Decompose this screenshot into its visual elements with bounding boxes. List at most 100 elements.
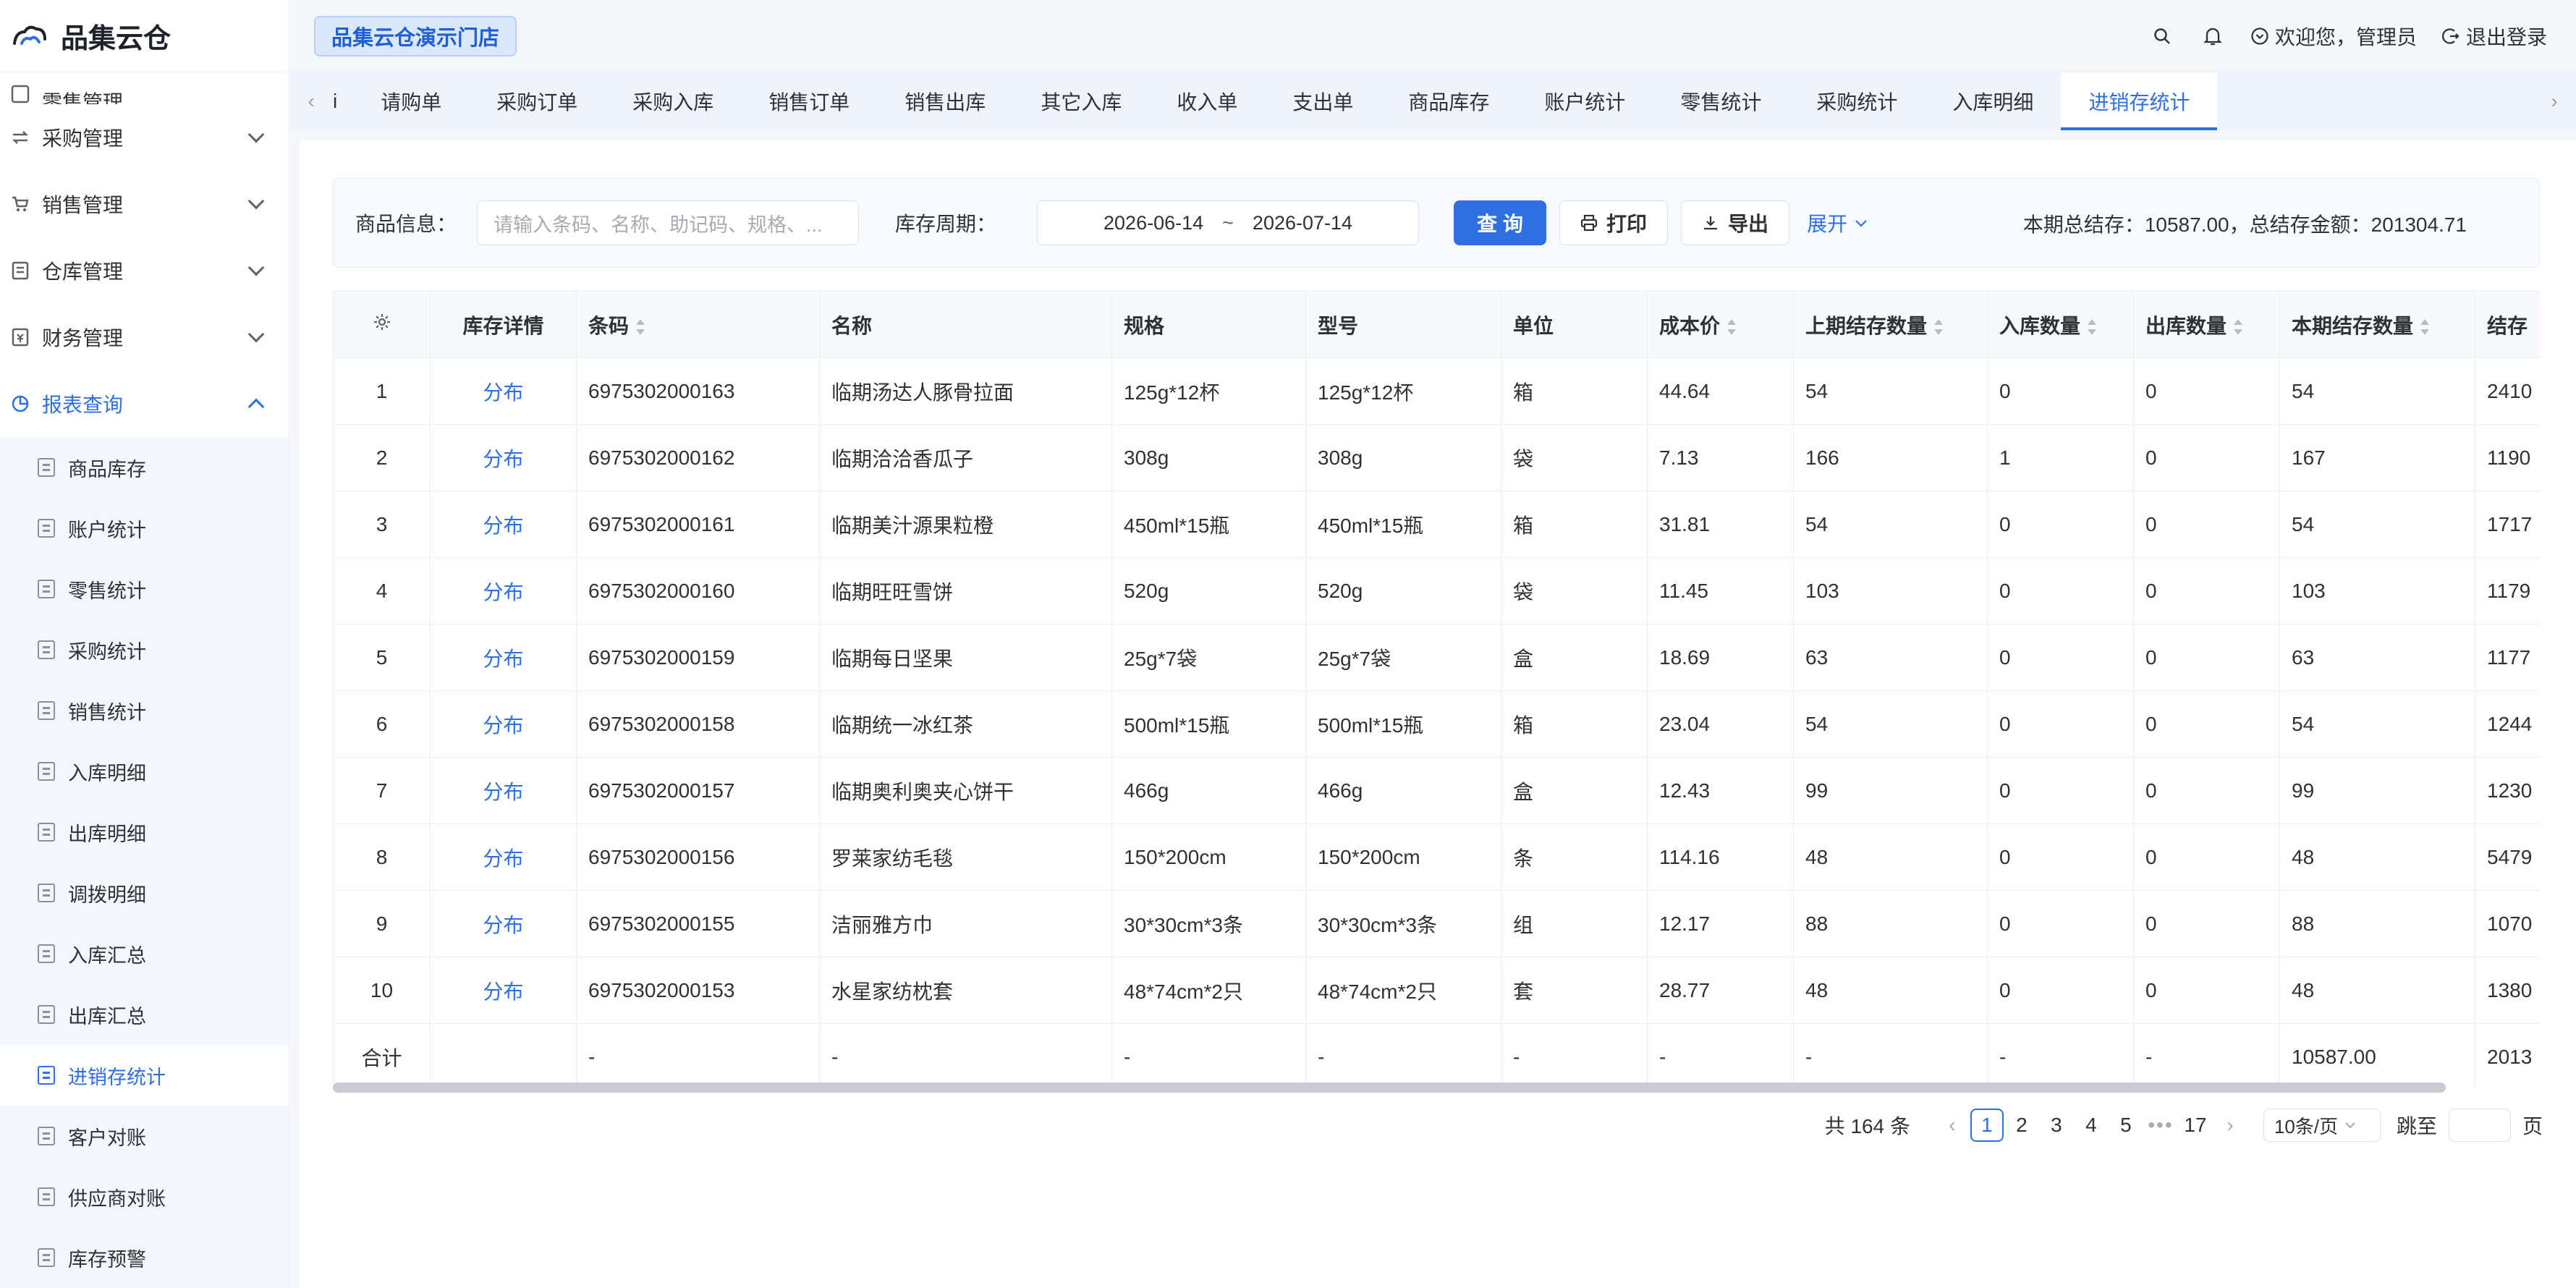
table-cell: 0 [2133, 757, 2280, 824]
query-button[interactable]: 查 询 [1454, 200, 1547, 245]
page-button[interactable]: 3 [2040, 1109, 2073, 1142]
page-button[interactable]: 1 [1970, 1109, 2004, 1142]
search-icon[interactable] [2149, 23, 2175, 49]
sidebar-subitem-6[interactable]: 出库明细 [0, 802, 289, 863]
tab-scroll-left-icon[interactable]: ‹ [289, 72, 333, 130]
page-button[interactable]: 5 [2109, 1109, 2143, 1142]
column-header[interactable]: 本期结存数量 [2279, 291, 2475, 358]
app-name: 品集云仓 [61, 24, 171, 54]
table-cell: 临期美汁源果粒橙 [819, 491, 1112, 558]
column-header[interactable]: 出库数量 [2133, 291, 2280, 358]
tab-6[interactable]: 收入单 [1149, 72, 1265, 130]
tab-12[interactable]: 入库明细 [1925, 72, 2061, 130]
column-settings[interactable] [333, 291, 431, 358]
tab-5[interactable]: 其它入库 [1013, 72, 1149, 130]
sidebar-item-finance[interactable]: 财务管理 [0, 304, 289, 370]
tab-10[interactable]: 零售统计 [1653, 72, 1789, 130]
tab-9[interactable]: 账户统计 [1517, 72, 1653, 130]
table-cell: 150*200cm [1305, 823, 1501, 891]
sort-icon[interactable] [2420, 319, 2430, 336]
tab-7[interactable]: 支出单 [1265, 72, 1381, 130]
tab-13[interactable]: 进销存统计 [2061, 72, 2218, 130]
sidebar-subitem-10[interactable]: 进销存统计 [0, 1045, 289, 1106]
main-content: 商品信息： 请输入条码、名称、助记码、规格、... 库存周期： 2026-06-… [289, 130, 2576, 1288]
distribution-link[interactable]: 分布 [430, 957, 577, 1024]
sidebar-subitem-12[interactable]: 供应商对账 [0, 1166, 289, 1227]
sidebar-subitem-5[interactable]: 入库明细 [0, 741, 289, 802]
next-page-icon[interactable]: › [2213, 1109, 2247, 1142]
sidebar-subitem-2[interactable]: 零售统计 [0, 559, 289, 619]
column-header[interactable]: 入库数量 [1987, 291, 2134, 358]
distribution-link[interactable]: 分布 [430, 890, 577, 957]
bell-icon[interactable] [2200, 23, 2226, 49]
column-header[interactable]: 上期结存数量 [1793, 291, 1988, 358]
tab-11[interactable]: 采购统计 [1789, 72, 1925, 130]
tab-8[interactable]: 商品库存 [1381, 72, 1517, 130]
export-button[interactable]: 导出 [1681, 200, 1790, 245]
distribution-link[interactable]: 分布 [430, 424, 577, 491]
page-ellipsis[interactable]: ••• [2144, 1109, 2177, 1142]
sidebar-item-purchase[interactable]: 采购管理 [0, 104, 289, 171]
expand-toggle[interactable]: 展开 [1807, 208, 1869, 237]
page-size-select[interactable]: 10条/页 [2263, 1109, 2381, 1142]
sidebar-item-reports[interactable]: 报表查询 [0, 370, 289, 437]
product-search-input[interactable]: 请输入条码、名称、助记码、规格、... [477, 200, 860, 245]
sort-icon[interactable] [2234, 319, 2243, 336]
distribution-link[interactable]: 分布 [430, 823, 577, 891]
tab-4[interactable]: 销售出库 [877, 72, 1013, 130]
table-cell: 0 [2133, 890, 2280, 957]
expand-label: 展开 [1807, 213, 1848, 235]
sidebar-subitem-4[interactable]: 销售统计 [0, 680, 289, 741]
tab-0[interactable]: 请购单 [353, 72, 469, 130]
sidebar-subitem-9[interactable]: 出库汇总 [0, 984, 289, 1045]
column-header-label: 规格 [1124, 314, 1165, 337]
sidebar-item-sales[interactable]: 销售管理 [0, 171, 289, 237]
distribution-link[interactable]: 分布 [430, 690, 577, 758]
distribution-link[interactable]: 分布 [430, 491, 577, 558]
date-range-picker[interactable]: 2026-06-14 ~ 2026-07-14 [1037, 200, 1420, 245]
column-header[interactable]: 成本价 [1647, 291, 1794, 358]
sort-icon[interactable] [2088, 319, 2097, 336]
sidebar-subitem-1[interactable]: 账户统计 [0, 498, 289, 559]
table-cell: 125g*12杯 [1305, 357, 1501, 425]
page-button[interactable]: 4 [2075, 1109, 2108, 1142]
app-logo[interactable]: 品集云仓 [0, 0, 289, 72]
sort-icon[interactable] [636, 319, 645, 336]
tab-1[interactable]: 采购订单 [469, 72, 605, 130]
store-badge[interactable]: 品集云仓演示门店 [314, 15, 517, 56]
row-index: 2 [333, 424, 431, 491]
tab-partial[interactable]: i [333, 72, 353, 130]
report-table: 库存详情 条码 名称 规格 型号 单位 成本价 上期结存数量 入库数量 出库数量 本期结存数量 结存 … [333, 291, 2540, 1087]
sidebar-subitem-8[interactable]: 入库汇总 [0, 923, 289, 984]
logout-button[interactable]: 退出登录 [2441, 22, 2547, 51]
chevron-down-icon [247, 326, 265, 343]
distribution-link[interactable]: 分布 [430, 757, 577, 824]
sort-icon[interactable] [1727, 319, 1737, 336]
table-cell: 25g*7袋 [1111, 624, 1306, 691]
distribution-link[interactable]: 分布 [430, 624, 577, 691]
sort-icon[interactable] [1934, 319, 1944, 336]
page-button[interactable]: 2 [2005, 1109, 2038, 1142]
distribution-link[interactable]: 分布 [430, 557, 577, 624]
distribution-link[interactable]: 分布 [430, 357, 577, 425]
tab-3[interactable]: 销售订单 [741, 72, 877, 130]
tab-scroll-right-icon[interactable]: › [2533, 72, 2576, 130]
sidebar-item-retail[interactable]: 零售管理 [0, 72, 289, 104]
sidebar-item-warehouse[interactable]: 仓库管理 [0, 237, 289, 304]
table-cell: 0 [2133, 957, 2280, 1024]
sidebar-subitem-11[interactable]: 客户对账 [0, 1106, 289, 1166]
sidebar-subitem-0[interactable]: 商品库存 [0, 437, 289, 498]
table-cell: 1380 [2475, 957, 2540, 1024]
welcome-user[interactable]: 欢迎您，管理员 [2250, 22, 2417, 51]
jump-page-input[interactable] [2448, 1109, 2511, 1142]
prev-page-icon[interactable]: ‹ [1936, 1109, 1969, 1142]
sidebar-subitem-3[interactable]: 采购统计 [0, 619, 289, 680]
tab-2[interactable]: 采购入库 [605, 72, 741, 130]
page-button[interactable]: 17 [2179, 1109, 2212, 1142]
print-button[interactable]: 打印 [1559, 200, 1669, 245]
sidebar-subitem-13[interactable]: 库存预警 [0, 1227, 289, 1288]
table-cell: 0 [2133, 690, 2280, 758]
sidebar-subitem-7[interactable]: 调拨明细 [0, 863, 289, 923]
horizontal-scrollbar[interactable] [333, 1082, 2446, 1093]
column-header-label: 型号 [1318, 314, 1359, 337]
